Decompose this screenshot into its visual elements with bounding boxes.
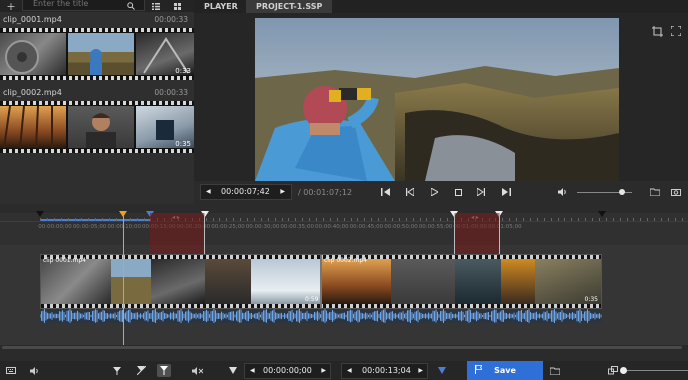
set-marker-icon[interactable] [110,364,124,377]
mute-icon[interactable] [190,364,204,377]
open-folder-icon[interactable] [548,364,562,377]
video-preview[interactable] [255,18,619,181]
save-label: Save [494,366,516,375]
snapshot-icon[interactable] [669,186,683,198]
in-timecode: 00:00:00;00 [263,366,312,375]
ruler-tick-label: 00:00:25;00 [211,224,245,230]
thumbnail-frame [68,106,134,148]
thumbnail-frame [68,33,134,75]
clip-thumbnail-strip: 0:33 [0,28,194,80]
audio-volume-icon[interactable] [28,364,42,377]
grid-view-icon[interactable] [171,0,183,12]
ruler-tick-label: 00:00:10;00 [107,224,141,230]
search-input[interactable] [33,0,133,9]
timeline-clip-name: clip 0002.mp4 [324,257,367,264]
tab-project[interactable]: PROJECT-1.SSP [246,0,333,13]
media-library-panel: + clip_0001.mp4 00:00:33 0: [0,0,194,204]
folder-icon[interactable] [648,186,662,198]
filter-marker-icon[interactable] [226,364,240,377]
in-time-box[interactable]: ◀ 00:00:00;00 ▶ [244,363,331,379]
keyboard-icon[interactable] [4,364,18,377]
out-timecode: 00:00:13;04 [362,366,411,375]
playhead-handle[interactable] [119,211,127,217]
timeline-scrollbar-thumb[interactable] [2,346,682,349]
search-icon[interactable] [124,0,138,12]
clip-name: clip_0002.mp4 [3,88,62,97]
remove-marker-icon[interactable] [134,364,148,377]
save-button[interactable]: Save [467,361,543,380]
go-to-end-icon[interactable] [499,186,513,198]
video-track[interactable]: clip 0001.mp4 clip 0002.mp4 0:59 0:35 [40,254,602,309]
total-timecode: / 00:01:07;12 [298,188,353,197]
in-next-icon[interactable]: ▶ [321,364,326,378]
thumbnail-frame [0,105,66,149]
clip-thumb-time: 0:33 [175,67,191,75]
go-to-start-icon[interactable] [378,186,392,198]
timeline[interactable]: ◂·▸ ◂·▸ 00:00:00;0000:00:05;0000:00:10;0… [0,204,688,350]
bottom-toolbar: ◀ 00:00:00;00 ▶ ◀ 00:00:13;04 ▶ Save [0,361,688,380]
zoom-slider[interactable] [622,370,688,371]
zoom-slider-handle[interactable] [620,367,627,374]
timeline-clip-name: clip 0001.mp4 [43,257,86,264]
zoom-out-icon[interactable] [606,364,620,377]
current-time-box[interactable]: ◀ 00:00:07;42 ▶ [200,184,292,200]
player-controls: ◀ 00:00:07;42 ▶ / 00:01:07;12 [194,181,688,204]
volume-icon[interactable] [556,186,570,198]
clip-thumb-time: 0:35 [175,140,191,148]
add-media-icon[interactable]: + [4,0,18,13]
audio-track[interactable] [40,309,602,323]
ruler-tick-label: 00:00:40;00 [315,224,349,230]
prev-frame-icon[interactable]: ◀ [206,185,211,199]
clip-name: clip_0001.mp4 [3,15,62,24]
playhead[interactable] [123,212,124,350]
media-toolbar: + [0,0,194,13]
crop-icon[interactable] [649,23,665,39]
cut-marker-icon[interactable] [157,364,171,377]
in-prev-icon[interactable]: ◀ [250,364,255,378]
stop-icon[interactable] [451,186,465,198]
step-back-icon[interactable] [403,186,417,198]
ruler-tick-label: 00:00:35;00 [280,224,314,230]
ruler-tick-label: 00:00:30;00 [245,224,280,230]
timeline-clip-time: 0:59 [305,296,319,303]
timeline-clip-time: 0:35 [584,296,598,303]
flag-icon [475,365,483,376]
list-view-icon[interactable] [150,0,162,12]
out-prev-icon[interactable]: ◀ [347,364,352,378]
next-frame-icon[interactable]: ▶ [280,185,285,199]
ruler-tick-label: 00:00:55;00 [418,224,453,230]
fullscreen-icon[interactable] [668,23,684,39]
clip-duration: 00:00:33 [154,15,188,24]
ruler-tick-label: 00:00:45;00 [349,224,384,230]
tab-bar: PLAYER PROJECT-1.SSP [194,0,688,13]
thumbnail-frame [0,33,66,75]
ruler-tick-label: 00:00:00;00 [38,224,72,230]
out-next-icon[interactable]: ▶ [418,364,423,378]
marker-black-icon[interactable] [598,211,606,217]
play-icon[interactable] [427,186,441,198]
media-item-clip-0002[interactable]: clip_0002.mp4 00:00:33 0:35 [0,85,194,157]
timeline-ruler[interactable]: ◂·▸ ◂·▸ 00:00:00;0000:00:05;0000:00:10;0… [0,211,688,245]
clip-duration: 00:00:33 [154,88,188,97]
marker-black-icon[interactable] [36,211,44,217]
ruler-tick-label: 00:00:05;00 [72,224,107,230]
tab-player[interactable]: PLAYER [194,0,248,13]
media-item-clip-0001[interactable]: clip_0001.mp4 00:00:33 0:33 [0,12,194,84]
current-timecode: 00:00:07;42 [221,187,270,196]
clip-thumbnail-strip: 0:35 [0,101,194,153]
volume-slider-handle[interactable] [619,189,626,195]
step-forward-icon[interactable] [474,186,488,198]
preview-area [194,13,688,181]
blue-marker-icon[interactable] [435,364,449,377]
ruler-tick-label: 00:00:50;00 [384,224,418,230]
out-time-box[interactable]: ◀ 00:00:13;04 ▶ [341,363,428,379]
